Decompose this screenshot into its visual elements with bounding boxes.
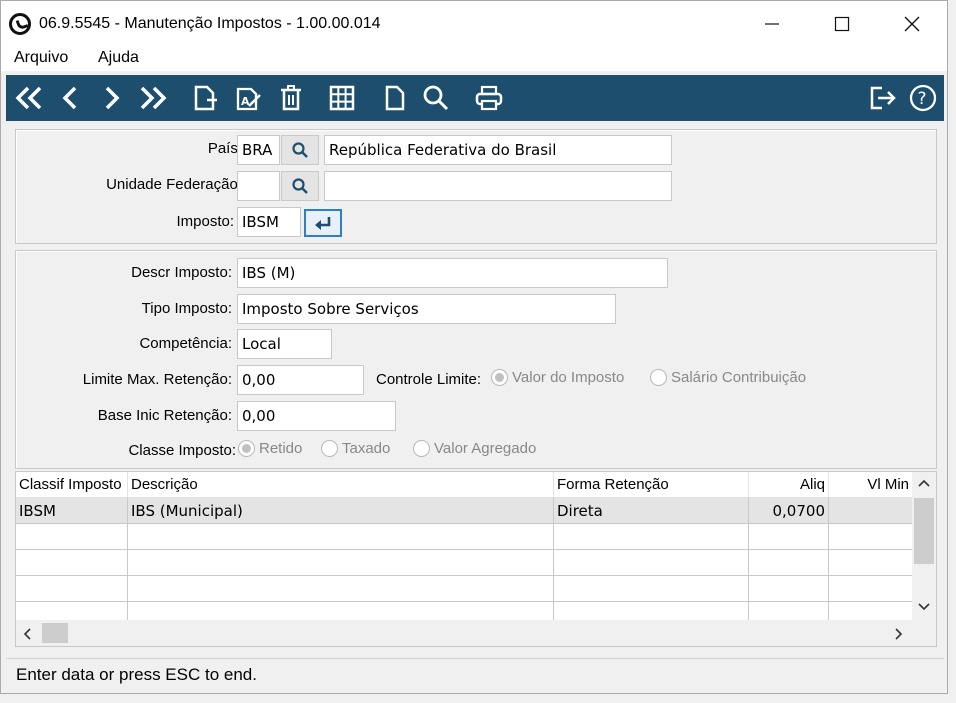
table-row[interactable]: IBSM IBS (Municipal) Direta 0,0700 [16, 498, 913, 524]
limite-max-retencao-label: Limite Max. Retenção: [82, 371, 232, 388]
cell-vl-min [829, 498, 913, 524]
vertical-scroll-thumb[interactable] [914, 498, 934, 564]
base-inic-retencao-label: Base Inic Retenção: [97, 407, 232, 424]
table-row[interactable] [16, 524, 913, 550]
radio-valor-do-imposto[interactable]: Valor do Imposto [491, 369, 624, 386]
print-icon[interactable] [472, 81, 506, 115]
radio-circle [321, 440, 338, 457]
scroll-down-icon[interactable] [917, 600, 931, 616]
table-row[interactable] [16, 576, 913, 602]
uf-code-field[interactable] [237, 171, 280, 201]
window-title: 06.9.5545 - Manutenção Impostos - 1.00.0… [39, 15, 381, 32]
maximize-button[interactable] [819, 1, 865, 47]
svg-text:?: ? [918, 89, 927, 109]
col-header-descricao[interactable]: Descrição [128, 472, 554, 498]
competencia-label: Competência: [139, 335, 232, 352]
descr-imposto-label: Descr Imposto: [131, 264, 232, 281]
col-header-aliq[interactable]: Aliq [749, 472, 829, 498]
menu-bar: Arquivo Ajuda [1, 47, 947, 71]
status-bar: Enter data or press ESC to end. [6, 658, 944, 692]
grid-header: Classif Imposto Descrição Forma Retenção… [16, 472, 913, 498]
impostos-grid: Classif Imposto Descrição Forma Retenção… [15, 471, 937, 647]
col-header-vl-min[interactable]: Vl Min [829, 472, 913, 498]
menu-ajuda[interactable]: Ajuda [98, 49, 139, 67]
uf-search-button[interactable] [281, 171, 319, 201]
col-header-classif[interactable]: Classif Imposto [16, 472, 128, 498]
status-text: Enter data or press ESC to end. [16, 665, 257, 684]
edit-icon[interactable]: A [232, 81, 264, 115]
minimize-button[interactable] [749, 1, 795, 47]
exit-icon[interactable] [866, 81, 900, 115]
help-icon[interactable]: ? [906, 81, 940, 115]
delete-icon[interactable] [276, 81, 306, 115]
app-window: 06.9.5545 - Manutenção Impostos - 1.00.0… [0, 0, 948, 694]
cell-descricao: IBS (Municipal) [128, 498, 554, 524]
menu-arquivo[interactable]: Arquivo [14, 49, 68, 67]
radio-retido[interactable]: Retido [238, 440, 302, 457]
search-icon[interactable] [420, 81, 452, 115]
cell-aliq: 0,0700 [749, 498, 829, 524]
pais-code-field[interactable]: BRA [237, 135, 280, 165]
cell-forma-retencao: Direta [554, 498, 749, 524]
toolbar: A ? [6, 75, 944, 121]
uf-label: Unidade Federação: [106, 176, 242, 193]
grid-icon[interactable] [326, 81, 358, 115]
app-logo-icon [9, 13, 31, 35]
uf-name-field [324, 171, 672, 201]
copy-icon[interactable] [380, 81, 410, 115]
title-bar: 06.9.5545 - Manutenção Impostos - 1.00.0… [1, 1, 947, 47]
competencia-field[interactable]: Local [237, 329, 332, 359]
cell-classif: IBSM [16, 498, 128, 524]
radio-circle [238, 440, 255, 457]
close-button[interactable] [889, 1, 935, 47]
radio-salario-contribuicao[interactable]: Salário Contribuição [650, 369, 806, 386]
radio-circle [413, 440, 430, 457]
imposto-label: Imposto: [176, 213, 234, 230]
last-icon[interactable] [136, 81, 170, 115]
scroll-right-icon[interactable] [894, 627, 904, 645]
new-icon[interactable] [190, 81, 220, 115]
first-icon[interactable] [12, 81, 46, 115]
radio-circle [491, 369, 508, 386]
enter-button[interactable] [304, 209, 342, 237]
pais-search-button[interactable] [281, 135, 319, 165]
radio-valor-agregado[interactable]: Valor Agregado [413, 440, 536, 457]
classe-imposto-label: Classe Imposto: [128, 442, 236, 459]
controle-limite-label: Controle Limite: [376, 371, 482, 388]
horizontal-scroll-thumb[interactable] [42, 623, 68, 643]
tipo-imposto-label: Tipo Imposto: [141, 300, 232, 317]
next-icon[interactable] [98, 81, 126, 115]
tipo-imposto-field[interactable]: Imposto Sobre Serviços [237, 294, 616, 324]
radio-taxado[interactable]: Taxado [321, 440, 390, 457]
descr-imposto-field[interactable]: IBS (M) [237, 258, 668, 288]
imposto-code-field[interactable]: IBSM [237, 207, 301, 237]
table-row[interactable] [16, 550, 913, 576]
header-panel: País: BRA República Federativa do Brasil… [15, 129, 937, 244]
scroll-left-icon[interactable] [22, 627, 32, 645]
detail-panel: Descr Imposto: IBS (M) Tipo Imposto: Imp… [15, 250, 937, 469]
svg-text:A: A [241, 95, 250, 108]
prev-icon[interactable] [56, 81, 84, 115]
scroll-up-icon[interactable] [917, 476, 931, 492]
base-inic-retencao-field[interactable]: 0,00 [237, 401, 396, 431]
vertical-scrollbar[interactable] [912, 472, 936, 620]
limite-max-retencao-field[interactable]: 0,00 [237, 365, 364, 395]
radio-circle [650, 369, 667, 386]
horizontal-scrollbar[interactable] [16, 620, 936, 646]
pais-name-field: República Federativa do Brasil [324, 135, 672, 165]
col-header-forma-retencao[interactable]: Forma Retenção [554, 472, 749, 498]
